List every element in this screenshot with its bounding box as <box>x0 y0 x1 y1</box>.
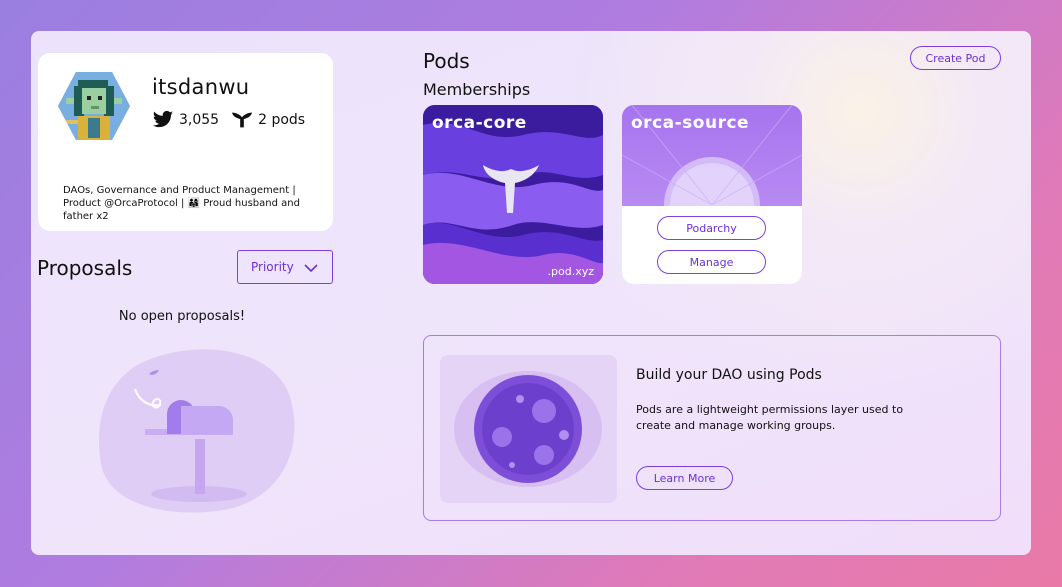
profile-bio: DAOs, Governance and Product Management … <box>63 185 300 222</box>
app-window: itsdanwu 3,055 2 pods DAOs, Governance a… <box>31 31 1031 555</box>
promo-card: Build your DAO using Pods Pods are a lig… <box>423 335 1001 521</box>
profile-card: itsdanwu 3,055 2 pods DAOs, Governance a… <box>38 53 333 231</box>
proposals-title: Proposals <box>37 256 133 280</box>
pod-cell-illustration <box>440 355 617 503</box>
memberships-title: Memberships <box>423 80 531 99</box>
pod-domain-watermark: .pod.xyz <box>547 265 594 278</box>
priority-select-value: Priority <box>251 260 294 274</box>
pods-title: Pods <box>423 49 470 73</box>
twitter-followers: 3,055 <box>179 112 220 128</box>
orca-tail-icon <box>231 110 253 130</box>
username: itsdanwu <box>152 75 250 99</box>
podarchy-button[interactable]: Podarchy <box>657 216 766 240</box>
empty-proposals-message: No open proposals! <box>118 309 246 324</box>
manage-button[interactable]: Manage <box>657 250 766 274</box>
priority-select[interactable]: Priority <box>237 250 333 284</box>
create-pod-button[interactable]: Create Pod <box>910 46 1001 70</box>
mailbox-illustration <box>98 344 299 514</box>
pod-card-orca-source[interactable]: orca-source Podarchy Manage <box>622 105 802 284</box>
learn-more-button[interactable]: Learn More <box>636 466 733 490</box>
promo-title: Build your DAO using Pods <box>636 367 822 383</box>
pod-name: orca-core <box>432 113 527 133</box>
avatar[interactable] <box>58 72 130 140</box>
twitter-icon[interactable] <box>152 110 174 130</box>
chevron-down-icon <box>304 262 318 273</box>
pod-card-orca-core[interactable]: orca-core .pod.xyz <box>423 105 603 284</box>
pod-name: orca-source <box>631 113 750 133</box>
profile-stats: 3,055 2 pods <box>152 110 317 130</box>
pods-count: 2 pods <box>258 112 306 128</box>
promo-body: Pods are a lightweight permissions layer… <box>636 403 904 432</box>
